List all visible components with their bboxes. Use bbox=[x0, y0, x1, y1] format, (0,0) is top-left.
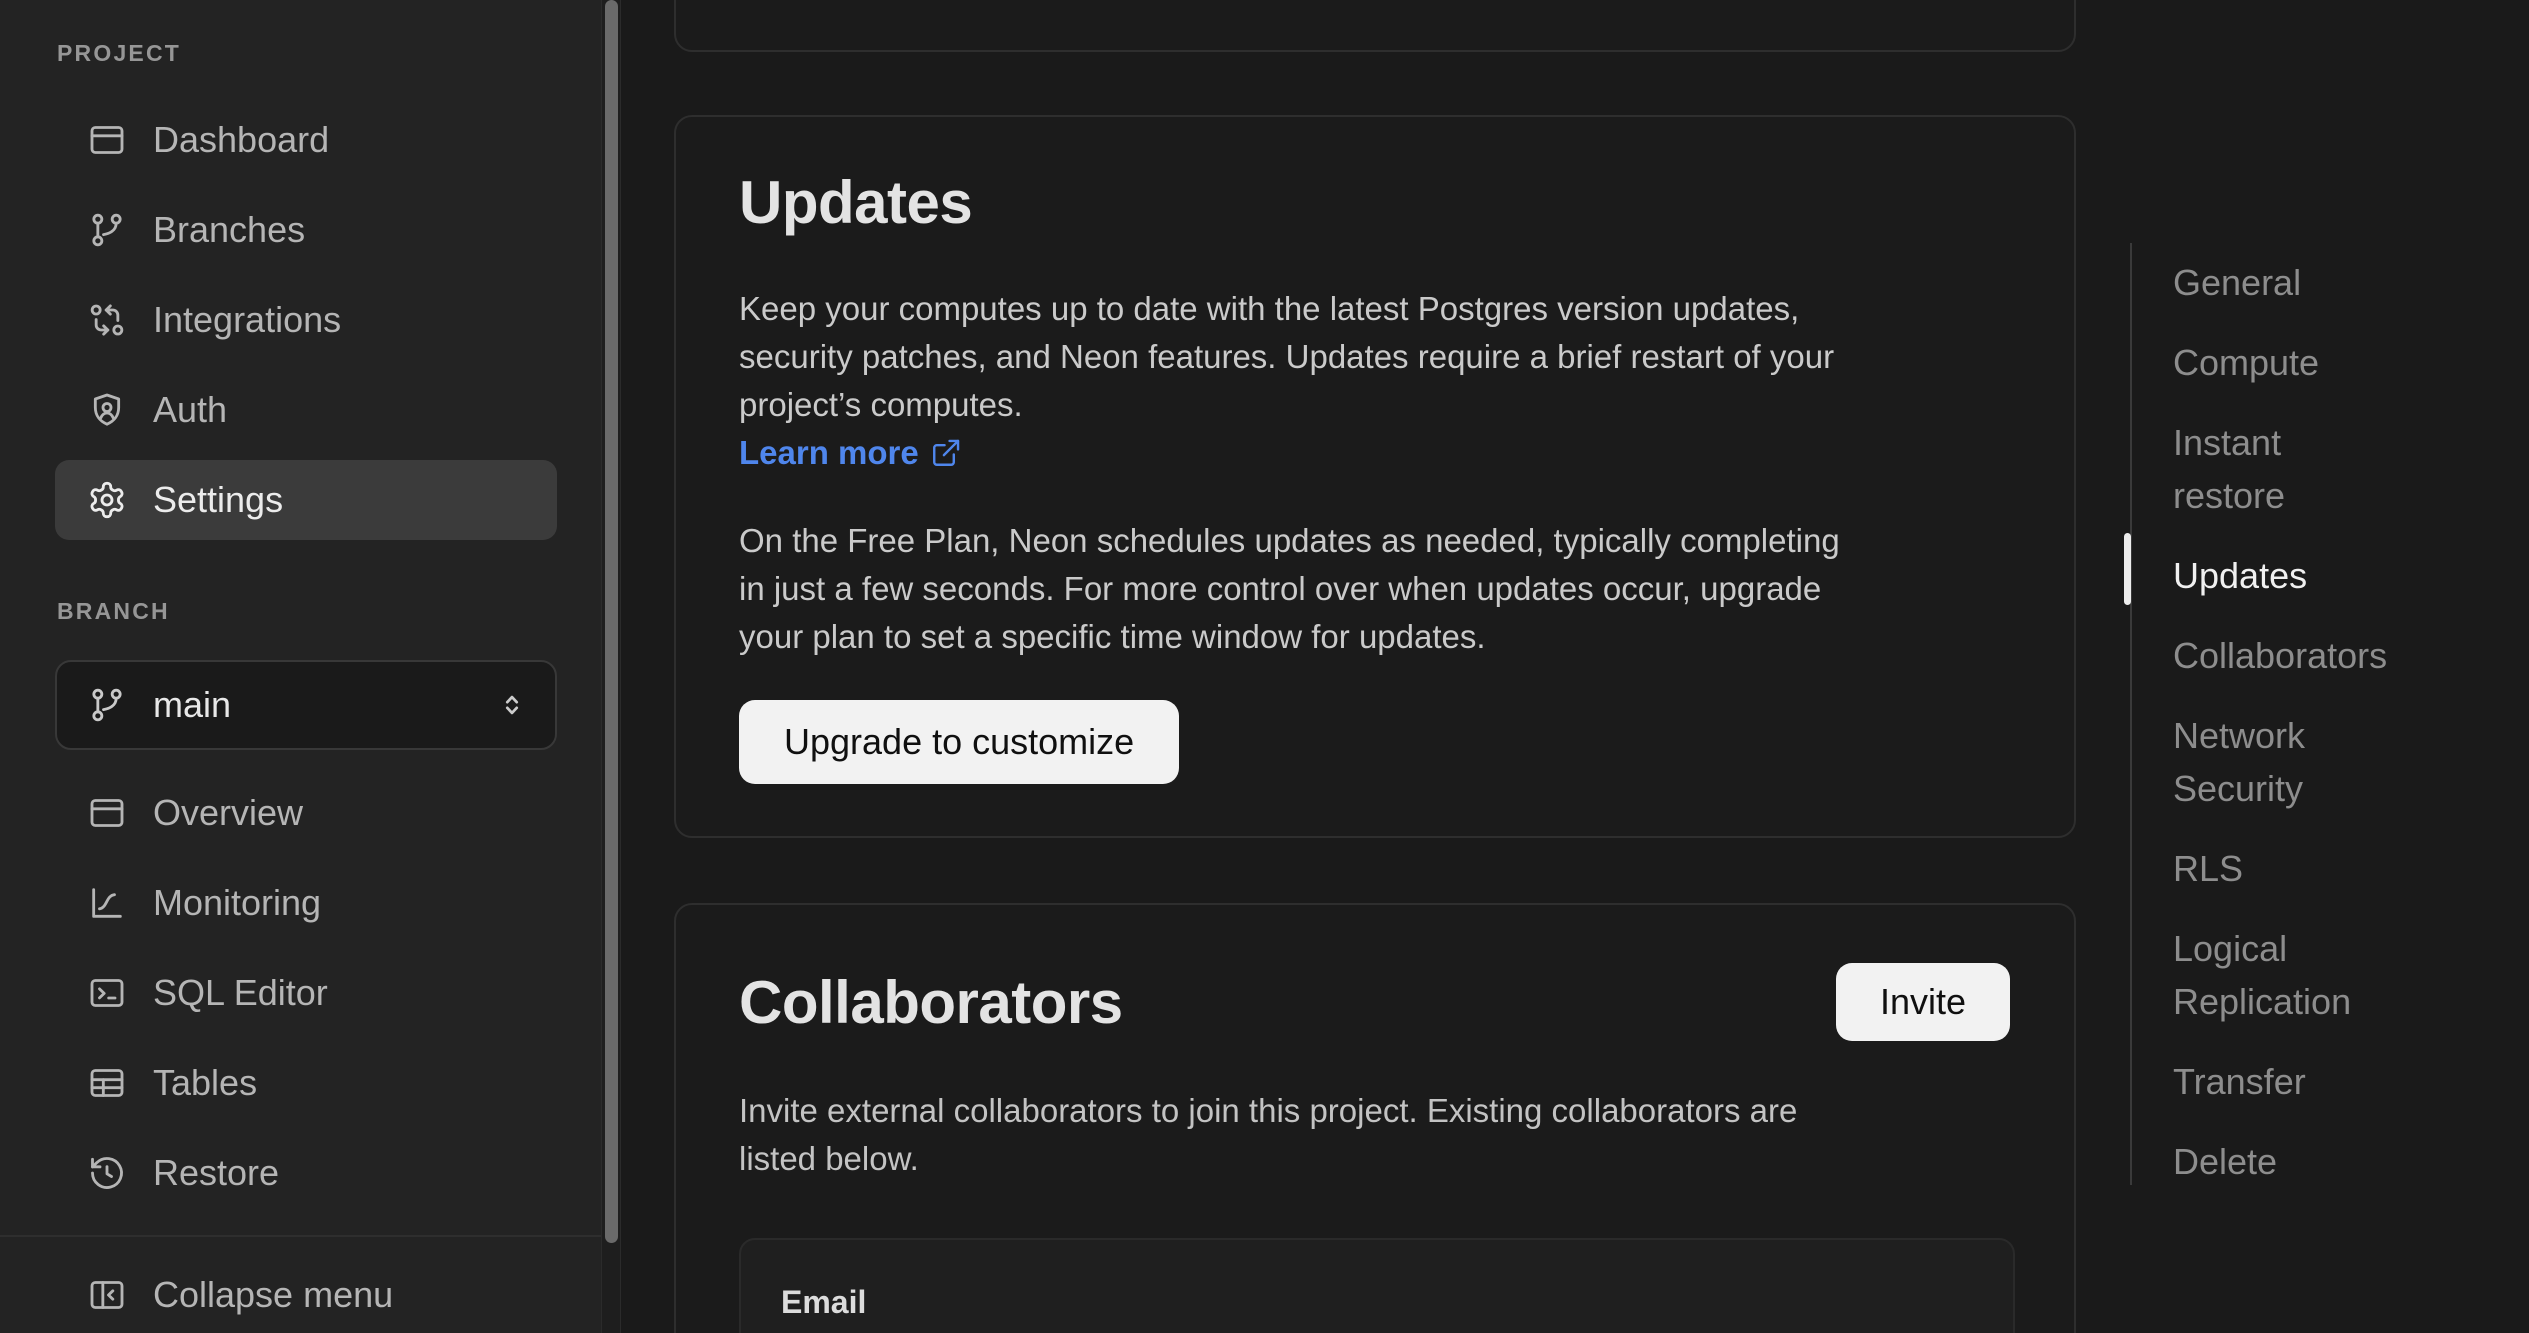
paragraph-line: listed below. bbox=[739, 1135, 1797, 1183]
collaborators-table: Email bbox=[739, 1238, 2015, 1333]
sidebar-item-dashboard[interactable]: Dashboard bbox=[55, 100, 557, 180]
sidebar-item-restore[interactable]: Restore bbox=[55, 1133, 557, 1213]
sidebar-item-label: Dashboard bbox=[153, 119, 329, 161]
settings-section-nav: General Compute Instant restore Updates … bbox=[2130, 243, 2400, 1185]
external-link-icon bbox=[929, 436, 963, 470]
sidebar-item-integrations[interactable]: Integrations bbox=[55, 280, 557, 360]
learn-more-label: Learn more bbox=[739, 429, 919, 477]
gear-icon bbox=[87, 480, 127, 520]
sidebar-scrollbar-track bbox=[601, 0, 621, 1333]
git-branch-icon bbox=[87, 210, 127, 250]
project-sidebar: PROJECT Dashboard Branches Integrations bbox=[0, 0, 601, 1333]
settings-nav-delete[interactable]: Delete bbox=[2173, 1135, 2398, 1188]
project-nav: Dashboard Branches Integrations Auth bbox=[55, 100, 557, 550]
chevron-up-down-icon bbox=[493, 686, 531, 724]
active-nav-indicator bbox=[2124, 533, 2131, 605]
panel-collapse-icon bbox=[87, 1275, 127, 1315]
paragraph-line: Keep your computes up to date with the l… bbox=[739, 285, 1834, 333]
updates-paragraph-2: On the Free Plan, Neon schedules updates… bbox=[739, 517, 1840, 661]
paragraph-line: your plan to set a specific time window … bbox=[739, 613, 1840, 661]
integrations-icon bbox=[87, 300, 127, 340]
tables-grid-icon bbox=[87, 1063, 127, 1103]
settings-nav-logical-replication[interactable]: Logical Replication bbox=[2173, 922, 2398, 1028]
dashboard-icon bbox=[87, 120, 127, 160]
previous-card-partial bbox=[674, 0, 2076, 52]
settings-nav-collaborators[interactable]: Collaborators bbox=[2173, 629, 2398, 682]
settings-nav-updates[interactable]: Updates bbox=[2173, 549, 2398, 602]
settings-nav-network-security[interactable]: Network Security bbox=[2173, 709, 2398, 815]
sidebar-item-label: SQL Editor bbox=[153, 972, 328, 1014]
updates-paragraph-1: Keep your computes up to date with the l… bbox=[739, 285, 1834, 477]
updates-card-title: Updates bbox=[739, 167, 972, 239]
sidebar-item-label: Tables bbox=[153, 1062, 257, 1104]
sidebar-item-label: Settings bbox=[153, 479, 283, 521]
collaborators-card: Collaborators Invite Invite external col… bbox=[674, 903, 2076, 1333]
email-column-header: Email bbox=[781, 1284, 866, 1321]
paragraph-line: security patches, and Neon features. Upd… bbox=[739, 333, 1834, 381]
settings-nav-compute[interactable]: Compute bbox=[2173, 336, 2398, 389]
sidebar-item-sql-editor[interactable]: SQL Editor bbox=[55, 953, 557, 1033]
settings-nav-label: Updates bbox=[2173, 555, 2307, 596]
sidebar-item-monitoring[interactable]: Monitoring bbox=[55, 863, 557, 943]
git-branch-icon bbox=[87, 685, 127, 725]
branch-selector-value: main bbox=[153, 684, 231, 726]
sidebar-item-branches[interactable]: Branches bbox=[55, 190, 557, 270]
sidebar-item-label: Restore bbox=[153, 1152, 279, 1194]
updates-card: Updates Keep your computes up to date wi… bbox=[674, 115, 2076, 838]
branch-selector[interactable]: main bbox=[55, 660, 557, 750]
collaborators-card-title: Collaborators bbox=[739, 967, 1123, 1039]
invite-button[interactable]: Invite bbox=[1836, 963, 2010, 1041]
sidebar-item-auth[interactable]: Auth bbox=[55, 370, 557, 450]
overview-icon bbox=[87, 793, 127, 833]
settings-nav-transfer[interactable]: Transfer bbox=[2173, 1055, 2398, 1108]
paragraph-line-prefix: project’s computes. bbox=[739, 381, 1834, 429]
paragraph-line: On the Free Plan, Neon schedules updates… bbox=[739, 517, 1840, 565]
paragraph-line: in just a few seconds. For more control … bbox=[739, 565, 1840, 613]
neon-console-page: PROJECT Dashboard Branches Integrations bbox=[0, 0, 2529, 1333]
sidebar-divider bbox=[0, 1235, 601, 1237]
paragraph-line: project’s computes. Learn more bbox=[739, 381, 1834, 477]
learn-more-link[interactable]: Learn more bbox=[739, 429, 963, 477]
settings-nav-rls[interactable]: RLS bbox=[2173, 842, 2398, 895]
branch-section-label: BRANCH bbox=[57, 598, 170, 625]
sidebar-item-label: Auth bbox=[153, 389, 227, 431]
paragraph-line: Invite external collaborators to join th… bbox=[739, 1087, 1797, 1135]
collapse-menu-button[interactable]: Collapse menu bbox=[55, 1255, 557, 1333]
project-section-label: PROJECT bbox=[57, 40, 181, 67]
sidebar-scrollbar-thumb[interactable] bbox=[605, 0, 618, 1243]
sidebar-item-tables[interactable]: Tables bbox=[55, 1043, 557, 1123]
sidebar-item-label: Integrations bbox=[153, 299, 341, 341]
upgrade-to-customize-button[interactable]: Upgrade to customize bbox=[739, 700, 1179, 784]
sidebar-item-overview[interactable]: Overview bbox=[55, 773, 557, 853]
settings-nav-instant-restore[interactable]: Instant restore bbox=[2173, 416, 2398, 522]
sidebar-item-settings[interactable]: Settings bbox=[55, 460, 557, 540]
settings-nav-general[interactable]: General bbox=[2173, 256, 2398, 309]
settings-content: Updates Keep your computes up to date wi… bbox=[621, 0, 2529, 1333]
branch-nav: Overview Monitoring SQL Editor Tables bbox=[55, 773, 557, 1223]
collaborators-description: Invite external collaborators to join th… bbox=[739, 1087, 1797, 1183]
collapse-menu-label: Collapse menu bbox=[153, 1274, 393, 1316]
monitoring-chart-icon bbox=[87, 883, 127, 923]
restore-history-icon bbox=[87, 1153, 127, 1193]
auth-shield-icon bbox=[87, 390, 127, 430]
sidebar-item-label: Overview bbox=[153, 792, 303, 834]
sidebar-item-label: Monitoring bbox=[153, 882, 321, 924]
sql-terminal-icon bbox=[87, 973, 127, 1013]
sidebar-item-label: Branches bbox=[153, 209, 305, 251]
